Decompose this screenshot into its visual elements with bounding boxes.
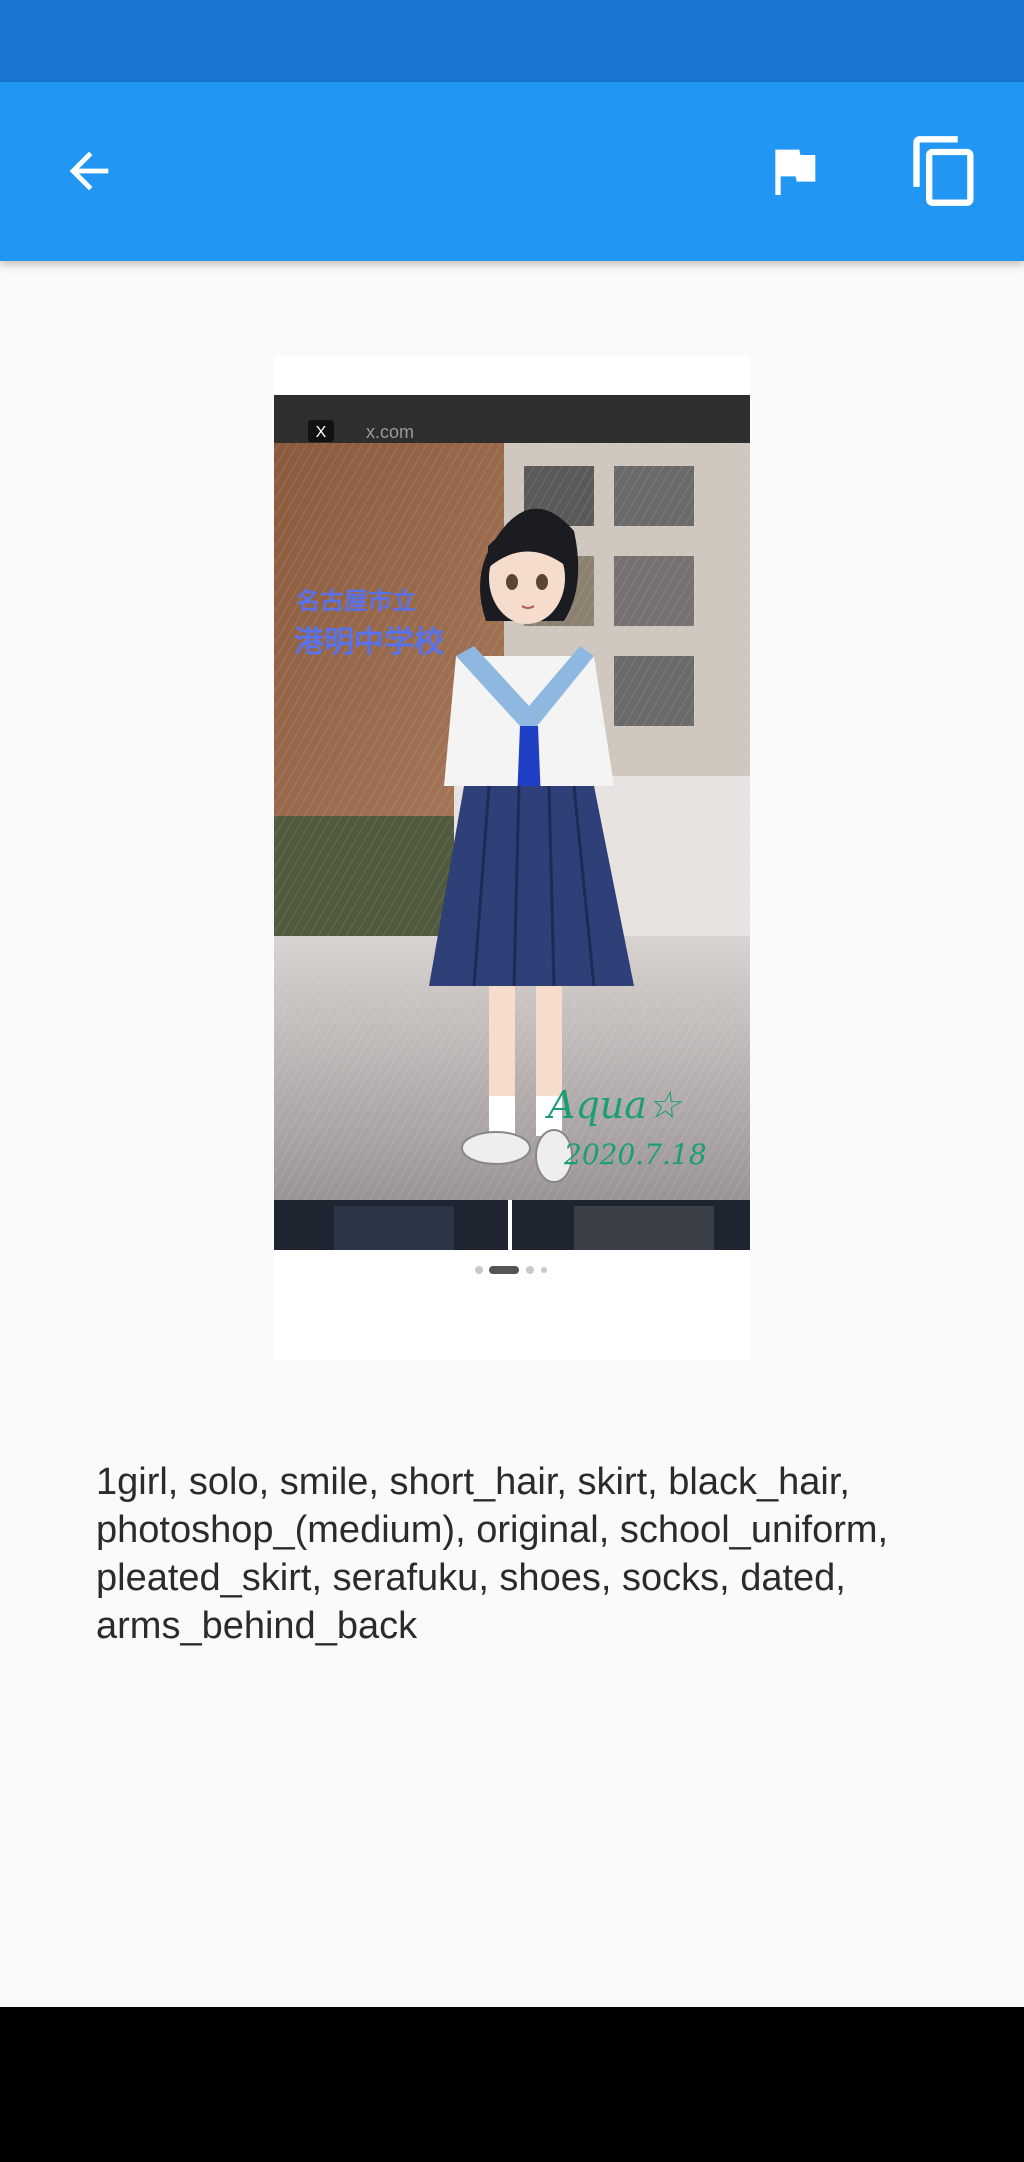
flag-icon	[762, 139, 826, 203]
date-text: 2020.7.18	[563, 1138, 707, 1171]
arrow-back-icon	[60, 142, 118, 200]
report-button[interactable]	[739, 116, 849, 226]
system-nav-bar	[0, 2007, 1024, 2162]
post-image[interactable]: X x.com 名古屋市立 港明中学校 Aqua☆ 2020.7.18	[274, 356, 750, 1360]
content-area: X x.com 名古屋市立 港明中学校 Aqua☆ 2020.7.18 1gir…	[0, 261, 1024, 2007]
back-button[interactable]	[34, 116, 144, 226]
svg-text:X: X	[316, 424, 327, 441]
copy-button[interactable]	[890, 116, 1000, 226]
post-image-illustration: X x.com 名古屋市立 港明中学校 Aqua☆ 2020.7.18	[274, 356, 750, 1360]
copy-icon	[907, 133, 983, 209]
school-name-line2: 港明中学校	[294, 625, 444, 660]
school-name-line1: 名古屋市立	[296, 587, 416, 615]
tags-text: 1girl, solo, smile, short_hair, skirt, b…	[96, 1461, 889, 1647]
source-site-text: x.com	[366, 422, 414, 442]
signature-text: Aqua☆	[545, 1083, 683, 1127]
status-bar	[0, 0, 1024, 82]
app-bar	[0, 82, 1024, 261]
